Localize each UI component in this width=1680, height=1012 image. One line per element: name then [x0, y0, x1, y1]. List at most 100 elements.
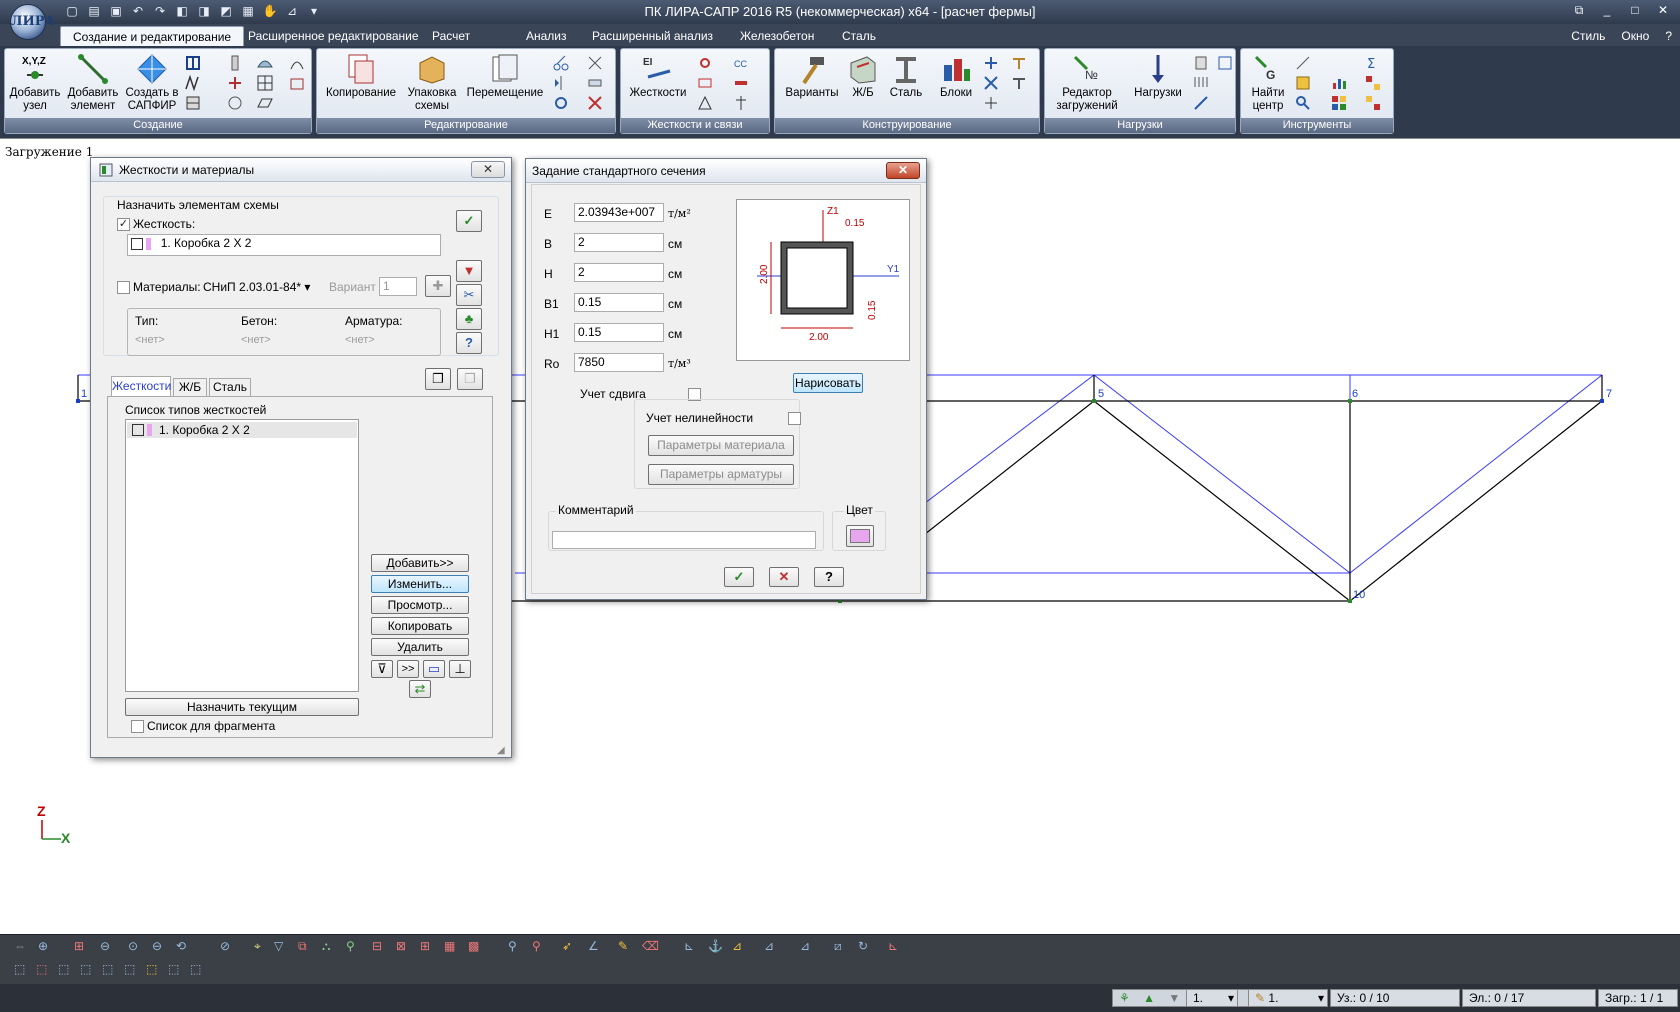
cancel-button[interactable]: ✕: [769, 567, 799, 587]
cut-icon[interactable]: [553, 55, 569, 71]
element-select-icon[interactable]: ⚲: [346, 939, 362, 955]
norm-select[interactable]: СНиП 2.03.01-84* ▾: [203, 280, 310, 294]
steel-button[interactable]: Сталь: [885, 53, 927, 100]
tab-steel[interactable]: Сталь: [209, 378, 251, 396]
zoom-out-icon[interactable]: ⊖: [100, 939, 116, 955]
measure-icon[interactable]: [1295, 55, 1311, 71]
chart-icon[interactable]: [1331, 75, 1347, 91]
anchor-icon[interactable]: ⚓: [708, 939, 724, 955]
eraser-icon[interactable]: ⌫: [642, 939, 659, 955]
status-up-icon[interactable]: ▲: [1143, 991, 1155, 1005]
cube-icon[interactable]: ◧: [174, 3, 190, 19]
node-marker[interactable]: [76, 399, 80, 403]
load-tool-icon[interactable]: [1193, 95, 1209, 111]
section-view-button[interactable]: ▭: [423, 660, 445, 678]
grid-frame-icon[interactable]: [185, 55, 201, 71]
find-center-button[interactable]: G Найти центр: [1245, 53, 1291, 113]
info-button[interactable]: ⊥: [449, 660, 471, 678]
filter-view-icon[interactable]: ▽: [274, 939, 290, 955]
current-stiffness-field[interactable]: 1. Коробка 2 X 2: [127, 234, 441, 256]
variant-spinner[interactable]: 1: [379, 277, 417, 296]
fragment-list-checkbox[interactable]: [131, 720, 144, 733]
sum-icon[interactable]: Σ: [1365, 55, 1381, 71]
tool-grid2-icon[interactable]: [1365, 95, 1381, 111]
style-menu[interactable]: Стиль: [1571, 26, 1605, 46]
help-button[interactable]: ?: [456, 332, 482, 354]
tab-reinforced-concrete[interactable]: Железобетон: [728, 26, 826, 46]
shell-icon[interactable]: [257, 55, 273, 71]
select-icon[interactable]: ⌖: [254, 939, 270, 955]
angle-icon[interactable]: ∠: [588, 939, 604, 955]
grid-select-icon[interactable]: ▦: [444, 939, 460, 955]
section-dialog-close-button[interactable]: ✕: [886, 162, 920, 179]
print-icon[interactable]: ▦: [240, 3, 256, 19]
blocks-button[interactable]: Блоки: [935, 53, 977, 100]
cube-view-8-icon[interactable]: ⬚: [168, 962, 184, 978]
copy-list-button[interactable]: ❐: [425, 368, 451, 390]
mesh-select-icon[interactable]: ▩: [468, 939, 484, 955]
close-icon[interactable]: ✕: [1650, 1, 1676, 19]
help-menu[interactable]: ?: [1665, 26, 1672, 46]
view-reset-icon[interactable]: ⟲: [176, 939, 192, 955]
node-select-icon[interactable]: ⛬: [322, 939, 338, 955]
support-icon[interactable]: [697, 95, 713, 111]
zoom-fit-icon[interactable]: ⊙: [128, 939, 144, 955]
polygon-icon[interactable]: ⧉: [298, 939, 314, 955]
param-ro-field[interactable]: 7850: [574, 353, 664, 372]
hinge-icon[interactable]: [697, 55, 713, 71]
new-file-icon[interactable]: ▢: [64, 3, 80, 19]
axis-view-icon[interactable]: ⊾: [684, 939, 700, 955]
rc-button[interactable]: Ж/Б: [843, 53, 883, 100]
param-h1-field[interactable]: 0.15: [574, 323, 664, 342]
delete-button[interactable]: Удалить: [371, 638, 469, 656]
save-icon[interactable]: ▣: [108, 3, 124, 19]
rebar-params-button[interactable]: Параметры арматуры: [648, 464, 794, 485]
search-icon[interactable]: ⚲: [508, 939, 524, 955]
restore-small-icon[interactable]: ⧉: [1566, 1, 1592, 19]
node-marker[interactable]: [1348, 599, 1352, 603]
iso-view-icon[interactable]: ⧄: [834, 939, 850, 955]
node-marker[interactable]: [1600, 399, 1604, 403]
node-move-icon[interactable]: [227, 75, 243, 91]
search-clear-icon[interactable]: ⚲: [532, 939, 548, 955]
tab-steel[interactable]: Сталь: [830, 26, 888, 46]
mirror-icon[interactable]: [553, 75, 569, 91]
tab-stiffness[interactable]: Жесткости: [111, 376, 171, 396]
redo-icon[interactable]: ↷: [152, 3, 168, 19]
ok-button[interactable]: ✓: [724, 567, 754, 587]
stiffness-dialog-close-button[interactable]: ✕: [471, 161, 505, 178]
cube-view-6-icon[interactable]: ⬚: [124, 962, 140, 978]
render-icon[interactable]: ◩: [218, 3, 234, 19]
open-file-icon[interactable]: ▤: [86, 3, 102, 19]
app-logo[interactable]: ЛИРА: [10, 4, 55, 40]
list-item[interactable]: 1. Коробка 2 X 2: [127, 422, 357, 438]
yz-plane-icon[interactable]: ⊿: [800, 939, 816, 955]
delete-element-icon[interactable]: [587, 95, 603, 111]
rotate-view-icon[interactable]: ⊕: [38, 939, 54, 955]
design-group-icon[interactable]: [983, 95, 999, 111]
brush-button[interactable]: ♣: [456, 308, 482, 330]
stiffness-list[interactable]: 1. Коробка 2 X 2: [125, 419, 359, 692]
load-editor-button[interactable]: № Редактор загружений: [1049, 53, 1125, 113]
split-icon[interactable]: [587, 55, 603, 71]
distributed-load-icon[interactable]: [1193, 75, 1209, 91]
add-node-button[interactable]: X,Y,Z Добавить узел: [9, 53, 61, 113]
scissors-button[interactable]: ✂: [456, 284, 482, 306]
graph-icon[interactable]: ⊿: [284, 3, 300, 19]
pencil-icon[interactable]: ✎: [618, 939, 634, 955]
rotate-icon[interactable]: [553, 95, 569, 111]
status-tree-icon[interactable]: ⚘: [1119, 991, 1130, 1005]
tab-analysis-run[interactable]: Расчет: [420, 26, 482, 46]
design-param2-icon[interactable]: [1011, 75, 1027, 91]
load-table-icon[interactable]: [1217, 55, 1233, 71]
tab-advanced-edit[interactable]: Расширенное редактирование: [236, 26, 431, 46]
frame-gen-icon[interactable]: [289, 75, 305, 91]
pile-icon[interactable]: [733, 95, 749, 111]
material-params-button[interactable]: Параметры материала: [648, 435, 794, 456]
tab-analysis[interactable]: Анализ: [514, 26, 579, 46]
xz-plane-icon[interactable]: ⊿: [732, 939, 748, 955]
maximize-icon[interactable]: □: [1622, 1, 1648, 19]
draw-button[interactable]: Нарисовать: [793, 373, 863, 393]
local-axis-icon[interactable]: [733, 75, 749, 91]
param-h-field[interactable]: 2: [574, 263, 664, 282]
